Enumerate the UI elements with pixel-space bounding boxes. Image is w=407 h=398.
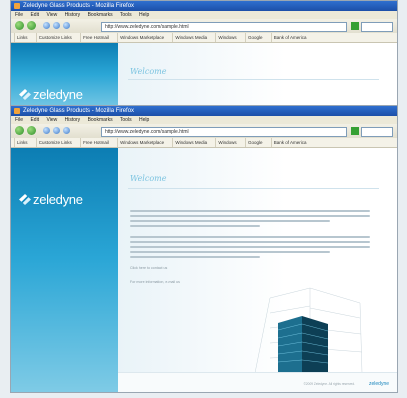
link-item[interactable]: Bank of America (270, 138, 309, 147)
link-item[interactable]: Windows (215, 138, 238, 147)
link-item[interactable]: Windows Marketplace (117, 138, 166, 147)
zeledyne-logo-icon (19, 89, 31, 100)
contact-link[interactable]: Click here to contact us (130, 266, 167, 270)
body-text-line (130, 215, 370, 218)
body-text-line (130, 236, 370, 239)
page-footer: ©2009 Zeledyne. All rights reserved. zel… (118, 372, 397, 392)
logo-text: zeledyne (33, 192, 83, 207)
email-link[interactable]: For more information, e-mail us (130, 280, 180, 284)
title-bar: Zeledyne Glass Products - Mozilla Firefo… (11, 106, 397, 116)
link-item[interactable]: Windows Marketplace (117, 33, 166, 42)
body-text-line (130, 225, 260, 228)
search-input[interactable] (361, 127, 393, 137)
divider (128, 188, 379, 189)
link-item[interactable]: Links (14, 33, 30, 42)
home-icon[interactable] (63, 22, 70, 29)
link-item[interactable]: Google (244, 138, 265, 147)
menu-history[interactable]: History (65, 12, 81, 18)
zeledyne-logo-icon (19, 194, 31, 205)
link-item[interactable]: Windows Media (172, 33, 209, 42)
address-bar[interactable]: http://www.zeledyne.com/sample.html (101, 22, 347, 32)
navigation-toolbar: http://www.zeledyne.com/sample.html (11, 19, 397, 33)
office-building-illustration (254, 287, 363, 373)
link-item[interactable]: Customize Links (35, 33, 74, 42)
link-item[interactable]: Links (14, 138, 30, 147)
copyright-text: ©2009 Zeledyne. All rights reserved. (303, 382, 355, 386)
firefox-icon (14, 3, 20, 9)
links-bar: Links Customize Links Free Hotmail Windo… (11, 138, 397, 148)
window-title: Zeledyne Glass Products - Mozilla Firefo… (23, 3, 135, 9)
menu-tools[interactable]: Tools (120, 117, 132, 123)
home-icon[interactable] (63, 127, 70, 134)
menu-edit[interactable]: Edit (30, 12, 39, 18)
refresh-icon[interactable] (43, 127, 50, 134)
site-logo[interactable]: zeledyne (19, 192, 83, 207)
forward-arrow-icon[interactable] (27, 126, 36, 135)
content-area: Welcome Click here to contact us For mor… (118, 148, 397, 392)
body-text-line (130, 241, 370, 244)
body-text-line (130, 251, 330, 254)
menu-file[interactable]: File (15, 12, 23, 18)
firefox-icon (14, 108, 20, 114)
browser-window-front: Zeledyne Glass Products - Mozilla Firefo… (11, 106, 397, 392)
menu-bar: File Edit View History Bookmarks Tools H… (11, 116, 397, 124)
logo-text: zeledyne (33, 87, 83, 102)
menu-help[interactable]: Help (139, 117, 149, 123)
menu-view[interactable]: View (46, 117, 57, 123)
stop-icon[interactable] (53, 22, 60, 29)
go-arrow-icon[interactable] (351, 22, 359, 30)
link-item[interactable]: Free Hotmail (80, 33, 111, 42)
address-bar[interactable]: http://www.zeledyne.com/sample.html (101, 127, 347, 137)
menu-tools[interactable]: Tools (120, 12, 132, 18)
browser-window-back: Zeledyne Glass Products - Mozilla Firefo… (11, 1, 397, 111)
go-arrow-icon[interactable] (351, 127, 359, 135)
divider (128, 79, 379, 80)
menu-history[interactable]: History (65, 117, 81, 123)
menu-help[interactable]: Help (139, 12, 149, 18)
navigation-toolbar: http://www.zeledyne.com/sample.html (11, 124, 397, 138)
body-text-line (130, 220, 330, 223)
menu-bookmarks[interactable]: Bookmarks (88, 117, 113, 123)
link-item[interactable]: Google (244, 33, 265, 42)
body-text-line (130, 256, 260, 259)
back-arrow-icon[interactable] (15, 126, 24, 135)
menu-bar: File Edit View History Bookmarks Tools H… (11, 11, 397, 19)
menu-file[interactable]: File (15, 117, 23, 123)
content-area: Welcome (118, 43, 397, 111)
search-input[interactable] (361, 22, 393, 32)
links-bar: Links Customize Links Free Hotmail Windo… (11, 33, 397, 43)
welcome-heading: Welcome (130, 67, 167, 76)
title-bar: Zeledyne Glass Products - Mozilla Firefo… (11, 1, 397, 11)
menu-bookmarks[interactable]: Bookmarks (88, 12, 113, 18)
menu-view[interactable]: View (46, 12, 57, 18)
web-page-back: Welcome zeledyne (11, 43, 397, 111)
back-arrow-icon[interactable] (15, 21, 24, 30)
footer-logo[interactable]: zeledyne (369, 381, 389, 387)
link-item[interactable]: Customize Links (35, 138, 74, 147)
body-text-line (130, 210, 370, 213)
forward-arrow-icon[interactable] (27, 21, 36, 30)
link-item[interactable]: Free Hotmail (80, 138, 111, 147)
refresh-icon[interactable] (43, 22, 50, 29)
stop-icon[interactable] (53, 127, 60, 134)
window-title: Zeledyne Glass Products - Mozilla Firefo… (23, 108, 135, 114)
link-item[interactable]: Bank of America (270, 33, 309, 42)
link-item[interactable]: Windows (215, 33, 238, 42)
welcome-heading: Welcome (130, 174, 167, 183)
brand-column (11, 148, 118, 392)
site-logo[interactable]: zeledyne (19, 87, 83, 102)
web-page: zeledyne Company Products & Services Qua… (11, 148, 397, 392)
body-text-line (130, 246, 370, 249)
link-item[interactable]: Windows Media (172, 138, 209, 147)
menu-edit[interactable]: Edit (30, 117, 39, 123)
